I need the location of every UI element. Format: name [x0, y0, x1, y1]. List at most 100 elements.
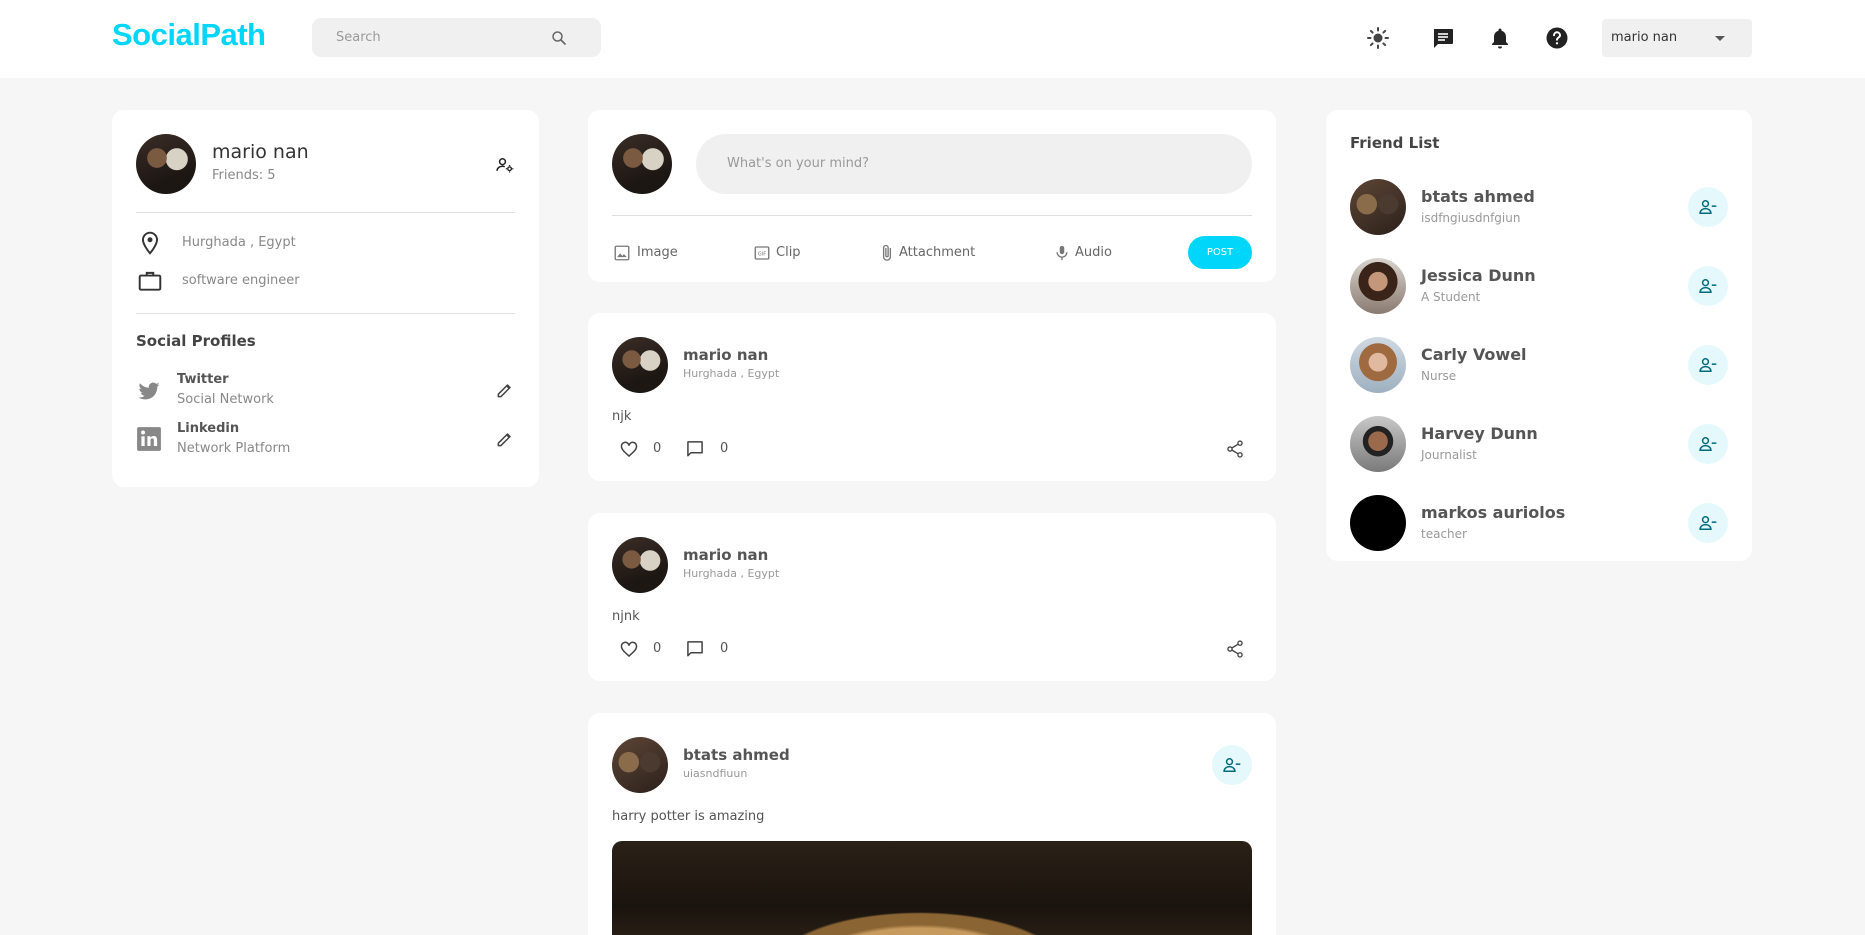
manage-accounts-icon[interactable]	[495, 155, 515, 175]
share-icon[interactable]	[1225, 639, 1245, 659]
clip-option-label: Clip	[776, 245, 801, 260]
message-icon[interactable]	[1431, 26, 1455, 50]
search-icon[interactable]	[550, 29, 568, 47]
friend-subtitle: Journalist	[1421, 448, 1477, 462]
edit-icon[interactable]	[495, 380, 515, 400]
friend-list-card: Friend List btats ahmed isdfngiusdnfgiun…	[1326, 110, 1752, 561]
remove-friend-button[interactable]	[1688, 345, 1728, 385]
friend-name[interactable]: Harvey Dunn	[1421, 424, 1538, 443]
friend-list-title: Friend List	[1350, 134, 1440, 152]
divider	[136, 313, 515, 314]
post-author-subtitle: Hurghada , Egypt	[683, 367, 780, 380]
twitter-icon	[138, 382, 160, 400]
top-navbar: SocialPath Search mario nan	[0, 0, 1865, 78]
notifications-icon[interactable]	[1488, 26, 1512, 50]
like-count: 0	[653, 641, 662, 656]
social-profiles-title: Social Profiles	[136, 332, 256, 350]
brightness-icon[interactable]	[1366, 26, 1390, 50]
location-text: Hurghada , Egypt	[182, 235, 296, 250]
attachment-icon	[882, 244, 892, 261]
post-button[interactable]: POST	[1188, 236, 1252, 269]
linkedin-subtitle: Network Platform	[177, 441, 291, 456]
post-text: harry potter is amazing	[612, 809, 765, 824]
search-bar[interactable]: Search	[312, 18, 601, 57]
attachment-option-label: Attachment	[899, 245, 976, 260]
friends-count: Friends: 5	[212, 168, 276, 183]
avatar[interactable]	[1350, 337, 1406, 393]
comment-icon[interactable]	[685, 439, 705, 459]
friend-subtitle: teacher	[1421, 527, 1467, 541]
share-icon[interactable]	[1225, 439, 1245, 459]
avatar[interactable]	[1350, 179, 1406, 235]
person-remove-icon	[1699, 516, 1717, 530]
divider	[136, 212, 515, 213]
image-icon	[614, 245, 630, 261]
post-card: mario nan Hurghada , Egypt njk 0 0	[588, 313, 1276, 481]
post-author-subtitle: uiasndfiuun	[683, 767, 748, 780]
search-input[interactable]: Search	[336, 30, 381, 45]
profile-card: mario nan Friends: 5 Hurghada , Egypt so…	[112, 110, 539, 487]
help-icon[interactable]	[1545, 26, 1569, 50]
post-author[interactable]: mario nan	[683, 546, 768, 564]
linkedin-label[interactable]: Linkedin	[177, 421, 239, 436]
post-text: njnk	[612, 609, 640, 624]
avatar	[612, 134, 672, 194]
avatar[interactable]	[612, 537, 668, 593]
svg-text:GIF: GIF	[758, 251, 766, 257]
friend-name[interactable]: Jessica Dunn	[1421, 266, 1536, 285]
image-option-label: Image	[637, 245, 678, 260]
comment-icon[interactable]	[685, 639, 705, 659]
twitter-subtitle: Social Network	[177, 392, 274, 407]
app-logo[interactable]: SocialPath	[112, 17, 266, 53]
linkedin-icon	[137, 427, 161, 451]
friend-name[interactable]: Carly Vowel	[1421, 345, 1527, 364]
person-remove-icon	[1699, 200, 1717, 214]
avatar[interactable]	[136, 134, 196, 194]
post-card: mario nan Hurghada , Egypt njnk 0 0	[588, 513, 1276, 681]
avatar[interactable]	[1350, 416, 1406, 472]
friend-subtitle: Nurse	[1421, 369, 1457, 383]
divider	[612, 215, 1252, 216]
remove-friend-button[interactable]	[1212, 745, 1252, 785]
audio-option-label: Audio	[1075, 245, 1112, 260]
post-input[interactable]: What's on your mind?	[696, 134, 1252, 194]
work-icon	[138, 271, 162, 291]
post-author[interactable]: btats ahmed	[683, 746, 790, 764]
profile-name[interactable]: mario nan	[212, 141, 309, 163]
post-card: btats ahmed uiasndfiuun harry potter is …	[588, 713, 1276, 935]
remove-friend-button[interactable]	[1688, 187, 1728, 227]
person-remove-icon	[1699, 279, 1717, 293]
friend-subtitle: isdfngiusdnfgiun	[1421, 211, 1521, 225]
remove-friend-button[interactable]	[1688, 266, 1728, 306]
avatar[interactable]	[1350, 258, 1406, 314]
like-icon[interactable]	[619, 439, 639, 459]
post-composer: What's on your mind? Image GIF Clip Atta…	[588, 110, 1276, 282]
friend-subtitle: A Student	[1421, 290, 1481, 304]
friend-name[interactable]: btats ahmed	[1421, 187, 1535, 206]
post-input-placeholder: What's on your mind?	[727, 156, 869, 171]
remove-friend-button[interactable]	[1688, 424, 1728, 464]
person-remove-icon	[1223, 758, 1241, 772]
avatar[interactable]	[1350, 495, 1406, 551]
mic-icon	[1056, 245, 1068, 261]
comment-count: 0	[720, 641, 729, 656]
gif-icon: GIF	[754, 246, 770, 260]
post-author[interactable]: mario nan	[683, 346, 768, 364]
post-image[interactable]	[612, 841, 1252, 935]
like-icon[interactable]	[619, 639, 639, 659]
avatar[interactable]	[612, 337, 668, 393]
comment-count: 0	[720, 441, 729, 456]
location-icon	[141, 231, 159, 255]
user-menu-select[interactable]: mario nan	[1602, 19, 1752, 57]
twitter-label[interactable]: Twitter	[177, 372, 229, 387]
occupation-text: software engineer	[182, 273, 300, 288]
avatar[interactable]	[612, 737, 668, 793]
person-remove-icon	[1699, 358, 1717, 372]
chevron-down-icon	[1715, 36, 1725, 41]
person-remove-icon	[1699, 437, 1717, 451]
post-author-subtitle: Hurghada , Egypt	[683, 567, 780, 580]
friend-name[interactable]: markos auriolos	[1421, 503, 1565, 522]
edit-icon[interactable]	[495, 429, 515, 449]
like-count: 0	[653, 441, 662, 456]
remove-friend-button[interactable]	[1688, 503, 1728, 543]
